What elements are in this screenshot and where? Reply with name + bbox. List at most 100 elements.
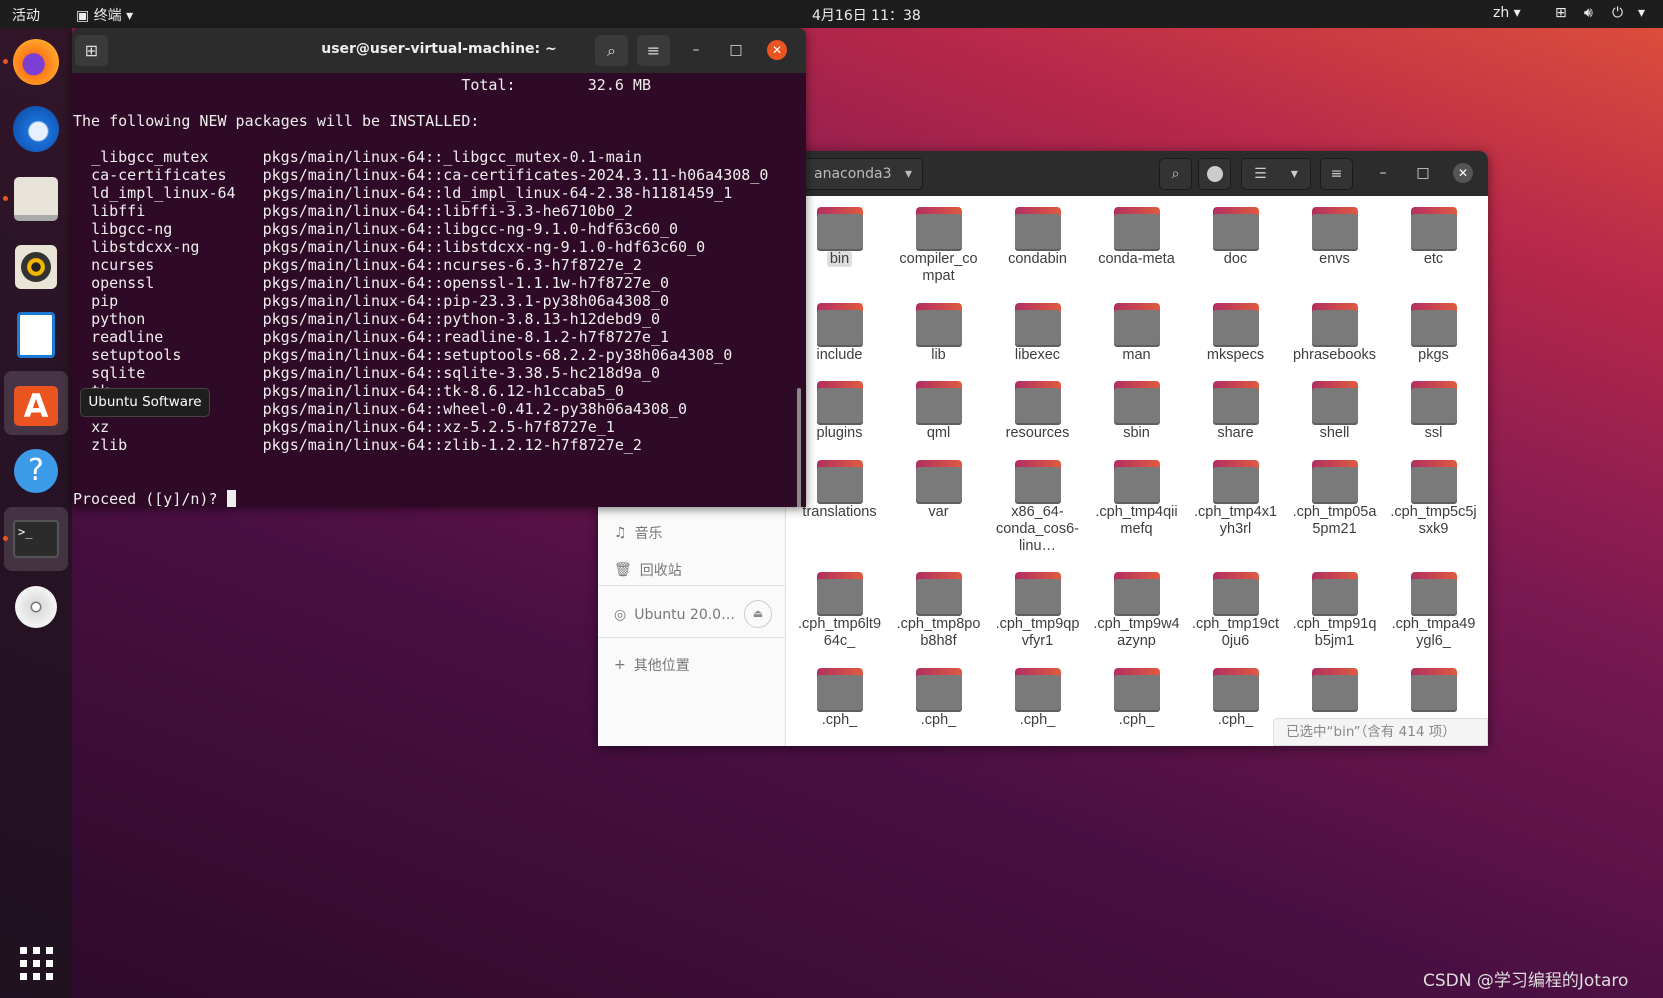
view-options-button[interactable]: ☰ ▾ <box>1241 158 1311 190</box>
file-item[interactable]: .cph_ <box>889 667 988 742</box>
sidebar-item-other-locations[interactable]: + 其他位置 <box>614 655 690 675</box>
menu-button[interactable]: ≡ <box>637 35 670 66</box>
folder-icon <box>1311 207 1358 251</box>
maximize-button[interactable]: □ <box>1413 163 1433 183</box>
dock-thunderbird[interactable] <box>4 97 68 161</box>
folder-icon <box>915 572 962 616</box>
file-item[interactable]: .cph_tmp91qb5jm1 <box>1285 572 1384 663</box>
dock-dvd[interactable] <box>4 575 68 639</box>
file-label: .cph_tmp4qiimefq <box>1092 504 1182 538</box>
file-item[interactable] <box>1384 667 1483 725</box>
file-item[interactable]: envs <box>1285 207 1384 281</box>
file-item[interactable]: .cph_tmp4x1yh3rl <box>1186 459 1285 551</box>
file-name: compiler_compat <box>899 251 978 284</box>
file-name: .cph_tmp9w4azynp <box>1093 616 1180 649</box>
search-button[interactable]: ⌕ <box>1159 158 1192 190</box>
file-item[interactable]: .cph_tmp9qpvfyr1 <box>988 572 1087 663</box>
file-item[interactable]: mkspecs <box>1186 302 1285 377</box>
file-item[interactable]: phrasebooks <box>1285 302 1384 377</box>
file-item[interactable]: .cph_tmpa49ygl6_ <box>1384 572 1483 663</box>
minimize-button[interactable]: – <box>1373 163 1393 183</box>
dock-ubuntu-software[interactable]: A <box>4 371 68 435</box>
file-item[interactable]: shell <box>1285 381 1384 455</box>
dock-files[interactable] <box>3 167 68 231</box>
file-label: .cph_tmp4x1yh3rl <box>1191 504 1281 538</box>
file-grid: bin compiler_compat condabin conda-meta doc e… <box>788 196 1488 746</box>
dock-writer[interactable] <box>4 303 68 367</box>
terminal-line: _libgcc_mutex pkgs/main/linux-64::_libgcc… <box>73 148 806 166</box>
terminal-line: Total: 32.6 MB <box>73 76 806 94</box>
file-item[interactable]: var <box>889 459 988 534</box>
maximize-button[interactable]: □ <box>726 40 746 60</box>
dock-firefox[interactable] <box>3 30 68 94</box>
activities-button[interactable]: 活动 <box>12 5 40 25</box>
file-item[interactable]: man <box>1087 302 1186 377</box>
file-item[interactable]: .cph_tmp05a5pm21 <box>1285 459 1384 551</box>
close-button[interactable]: ✕ <box>767 40 787 60</box>
file-item[interactable]: condabin <box>988 207 1087 281</box>
language-indicator[interactable]: zh ▾ <box>1493 5 1521 21</box>
file-item[interactable]: sbin <box>1087 381 1186 455</box>
search-button[interactable]: ⌕ <box>595 35 628 66</box>
file-name: phrasebooks <box>1292 346 1377 363</box>
file-item[interactable]: resources <box>988 381 1087 455</box>
terminal-text: pkgs/main/linux-64::ca-certificates-2024… <box>262 166 769 184</box>
eject-button[interactable]: ⏏ <box>744 600 772 628</box>
path-bar-button[interactable]: anaconda3 ▾ <box>798 158 923 190</box>
file-name: x86_64-conda_cos6-linu… <box>995 503 1080 554</box>
file-item[interactable]: lib <box>889 302 988 377</box>
terminal-output[interactable]: Total: 32.6 MB The following NEW packages… <box>72 73 806 507</box>
file-item[interactable]: .cph_tmp19ct0ju6 <box>1186 572 1285 663</box>
sidebar-item-trash[interactable]: 🗑︎ 回收站 <box>614 560 682 580</box>
file-item[interactable]: .cph_tmp6lt964c_ <box>790 572 889 663</box>
terminal-text: pkgs/main/linux-64::sqlite-3.38.5-hc218d… <box>262 364 660 382</box>
menu-button[interactable]: ≡ <box>1320 158 1353 190</box>
file-item[interactable]: etc <box>1384 207 1483 281</box>
file-name: .cph_tmp9qpvfyr1 <box>995 616 1080 649</box>
file-item[interactable]: qml <box>889 381 988 455</box>
file-item[interactable]: doc <box>1186 207 1285 281</box>
file-label: .cph_ <box>795 712 885 729</box>
network-icon[interactable]: ⊞ <box>1555 5 1567 21</box>
volume-icon[interactable]: 🔊︎ <box>1584 5 1593 21</box>
file-item[interactable]: share <box>1186 381 1285 455</box>
dock-help[interactable]: ? <box>4 439 68 503</box>
file-item[interactable] <box>1285 667 1384 725</box>
dock-rhythmbox[interactable] <box>4 235 68 299</box>
file-name: doc <box>1223 251 1248 267</box>
terminal-text: The following NEW packages will be INSTA… <box>73 112 480 130</box>
file-item[interactable]: .cph_tmp9w4azynp <box>1087 572 1186 663</box>
file-item[interactable]: .cph_tmp8pob8h8f <box>889 572 988 663</box>
file-item[interactable]: pkgs <box>1384 302 1483 377</box>
file-item[interactable]: ssl <box>1384 381 1483 455</box>
path-label: anaconda3 <box>814 166 892 182</box>
scrollbar[interactable] <box>797 388 801 507</box>
file-item[interactable]: .cph_tmp5c5jsxk9 <box>1384 459 1483 551</box>
file-item[interactable]: .cph_tmp4qiimefq <box>1087 459 1186 551</box>
show-applications-button[interactable] <box>4 931 68 995</box>
power-icon[interactable]: ⏻ <box>1612 5 1623 21</box>
file-item[interactable]: .cph_ <box>1186 667 1285 742</box>
toggle-button[interactable] <box>1198 158 1231 190</box>
file-item[interactable]: .cph_ <box>790 667 889 742</box>
terminal-text: pkgs/main/linux-64::_libgcc_mutex-0.1-ma… <box>262 148 642 166</box>
file-item[interactable]: compiler_compat <box>889 207 988 298</box>
file-item[interactable]: .cph_ <box>1087 667 1186 742</box>
lang-label: zh <box>1493 5 1510 21</box>
sidebar-item-music[interactable]: ♫ 音乐 <box>614 523 663 543</box>
file-item[interactable]: libexec <box>988 302 1087 377</box>
sidebar-item-device[interactable]: ◎ Ubuntu 20.0… <box>614 607 735 623</box>
app-menu[interactable]: ▣ 终端 ▾ <box>76 5 133 25</box>
system-menu-arrow[interactable]: ▾ <box>1638 5 1645 21</box>
folder-icon <box>1014 302 1061 347</box>
file-label: translations <box>795 504 885 521</box>
file-item[interactable]: conda-meta <box>1087 207 1186 281</box>
clock[interactable]: 4月16日 11：38 <box>812 5 921 25</box>
close-button[interactable]: ✕ <box>1453 163 1473 183</box>
circle-icon <box>1206 166 1223 182</box>
sidebar-label: 回收站 <box>639 563 682 579</box>
dock-terminal[interactable]: >_ <box>3 507 68 571</box>
file-item[interactable]: .cph_ <box>988 667 1087 742</box>
file-item[interactable]: x86_64-conda_cos6-linu… <box>988 459 1087 568</box>
minimize-button[interactable]: – <box>686 40 706 60</box>
